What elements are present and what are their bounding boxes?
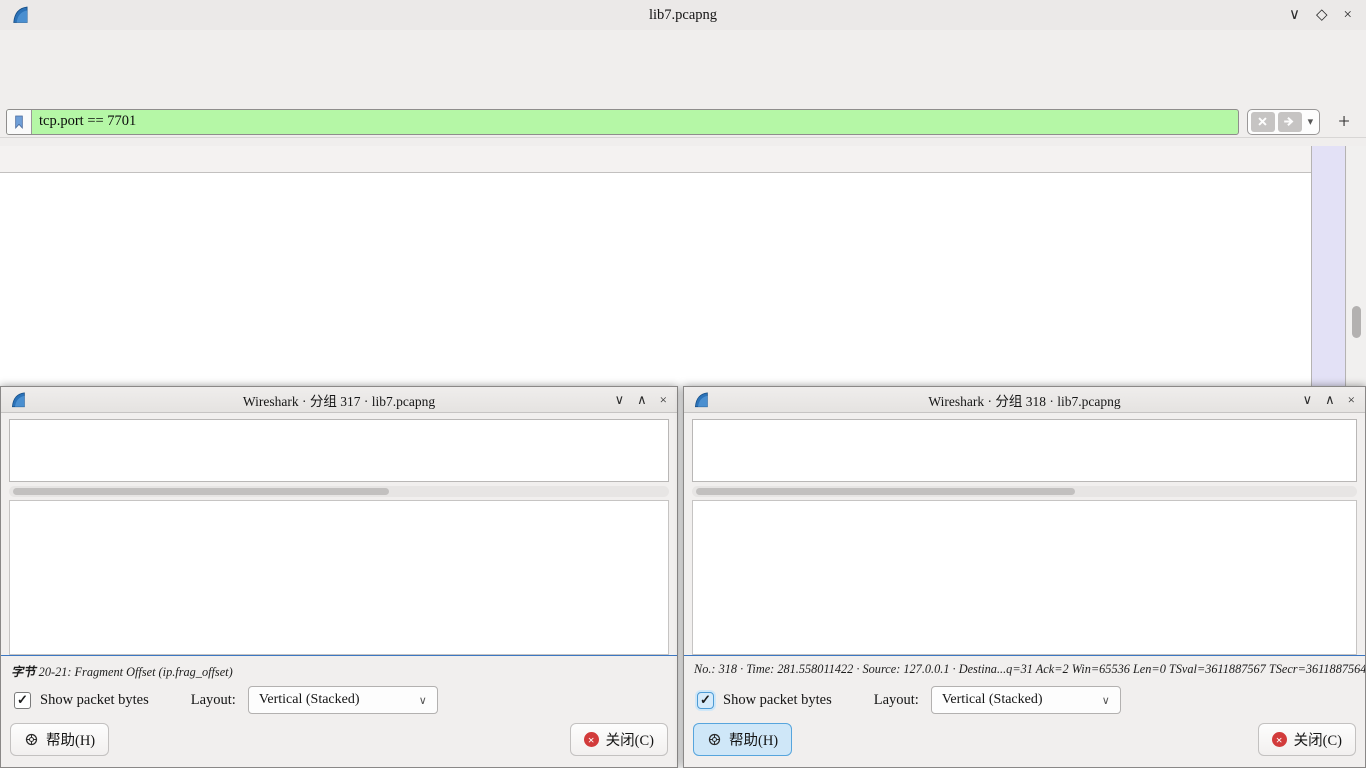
main-toolbar xyxy=(0,58,1366,106)
restore-window-icon[interactable]: ∧ xyxy=(1325,393,1335,406)
scrollbar-handle[interactable] xyxy=(696,488,1075,495)
packet-bytes-pane[interactable] xyxy=(9,500,669,655)
minimize-window-icon[interactable]: ∨ xyxy=(615,393,625,406)
packet-detail-tree[interactable] xyxy=(9,419,669,482)
close-circle-icon: × xyxy=(584,732,599,747)
display-filter-input[interactable]: tcp.port == 7701 xyxy=(6,109,1239,135)
layout-label: Layout: xyxy=(191,692,236,709)
packet-detail-tree[interactable] xyxy=(692,419,1357,482)
field-status-text: 字节 20-21: Fragment Offset (ip.frag_offse… xyxy=(1,655,677,681)
packet-detail-window-317: Wireshark · 分组 317 · lib7.pcapng ∨ ∧ × 字节 … xyxy=(0,386,678,768)
wireshark-logo-icon xyxy=(10,3,32,27)
show-packet-bytes-checkbox[interactable]: ✓ xyxy=(14,692,31,709)
show-packet-bytes-checkbox[interactable]: ✓ xyxy=(697,692,714,709)
close-window-icon[interactable]: × xyxy=(1348,393,1355,406)
filter-text: tcp.port == 7701 xyxy=(32,113,136,130)
close-window-icon[interactable]: × xyxy=(660,393,667,406)
close-window-icon[interactable]: × xyxy=(1344,8,1352,23)
filter-bar: tcp.port == 7701 ▾ + xyxy=(0,106,1366,138)
packet-detail-window-318: Wireshark · 分组 318 · lib7.pcapng ∨ ∧ × No.… xyxy=(683,386,1366,768)
maximize-window-icon[interactable]: ◇ xyxy=(1316,8,1328,23)
window-controls: ∨ ∧ × xyxy=(615,393,677,406)
popup-title: Wireshark · 分组 317 · lib7.pcapng xyxy=(1,390,677,410)
popup-titlebar: Wireshark · 分组 318 · lib7.pcapng ∨ ∧ × xyxy=(684,387,1365,413)
detail-buttons-row: 帮助(H) × 关闭(C) xyxy=(693,723,1356,756)
filter-dropdown-caret-icon[interactable]: ▾ xyxy=(1305,115,1317,128)
window-title: lib7.pcapng xyxy=(0,7,1366,24)
layout-dropdown[interactable]: Vertical (Stacked) ∨ xyxy=(931,686,1121,714)
packet-list-scrollbar[interactable] xyxy=(1347,146,1366,386)
filter-clear-button[interactable] xyxy=(1251,112,1275,132)
detail-horizontal-scrollbar[interactable] xyxy=(692,486,1357,497)
close-button[interactable]: × 关闭(C) xyxy=(570,723,668,756)
layout-dropdown-value: Vertical (Stacked) xyxy=(259,692,360,708)
filter-add-button[interactable]: + xyxy=(1328,111,1360,132)
popup-title: Wireshark · 分组 318 · lib7.pcapng xyxy=(684,390,1365,410)
detail-controls-row: ✓ Show packet bytes Layout: Vertical (St… xyxy=(697,685,1353,715)
filter-apply-button[interactable] xyxy=(1278,112,1302,132)
window-controls: ∨ ∧ × xyxy=(1303,393,1365,406)
help-button[interactable]: 帮助(H) xyxy=(10,723,109,756)
scrollbar-handle[interactable] xyxy=(13,488,389,495)
layout-dropdown-value: Vertical (Stacked) xyxy=(942,692,1043,708)
packet-list-header xyxy=(0,146,1311,173)
layout-dropdown[interactable]: Vertical (Stacked) ∨ xyxy=(248,686,438,714)
scrollbar-handle[interactable] xyxy=(1352,306,1361,338)
close-circle-icon: × xyxy=(1272,732,1287,747)
filter-action-group: ▾ xyxy=(1247,109,1321,135)
show-packet-bytes-label: Show packet bytes xyxy=(723,692,832,709)
help-icon xyxy=(707,732,722,747)
help-icon xyxy=(24,732,39,747)
wireshark-logo-icon xyxy=(692,390,710,410)
main-titlebar: lib7.pcapng ∨ ◇ × xyxy=(0,0,1366,30)
chevron-down-icon: ∨ xyxy=(1102,694,1110,707)
filter-bookmark-button[interactable] xyxy=(7,110,32,134)
help-button[interactable]: 帮助(H) xyxy=(693,723,792,756)
detail-horizontal-scrollbar[interactable] xyxy=(9,486,669,497)
minimize-window-icon[interactable]: ∨ xyxy=(1303,393,1313,406)
close-button[interactable]: × 关闭(C) xyxy=(1258,723,1356,756)
window-controls: ∨ ◇ × xyxy=(1289,8,1366,23)
restore-window-icon[interactable]: ∧ xyxy=(637,393,647,406)
detail-controls-row: ✓ Show packet bytes Layout: Vertical (St… xyxy=(14,685,665,715)
packet-summary-status-text: No.: 318 · Time: 281.558011422 · Source:… xyxy=(684,655,1365,681)
wireshark-logo-icon xyxy=(9,390,27,410)
show-packet-bytes-label: Show packet bytes xyxy=(40,692,149,709)
minimize-window-icon[interactable]: ∨ xyxy=(1289,8,1300,23)
menu-bar xyxy=(0,30,1366,58)
chevron-down-icon: ∨ xyxy=(419,694,427,707)
packet-bytes-pane[interactable] xyxy=(692,500,1357,655)
packet-minimap-scrollbar[interactable] xyxy=(1311,146,1346,386)
layout-label: Layout: xyxy=(874,692,919,709)
popup-titlebar: Wireshark · 分组 317 · lib7.pcapng ∨ ∧ × xyxy=(1,387,677,413)
detail-buttons-row: 帮助(H) × 关闭(C) xyxy=(10,723,668,756)
